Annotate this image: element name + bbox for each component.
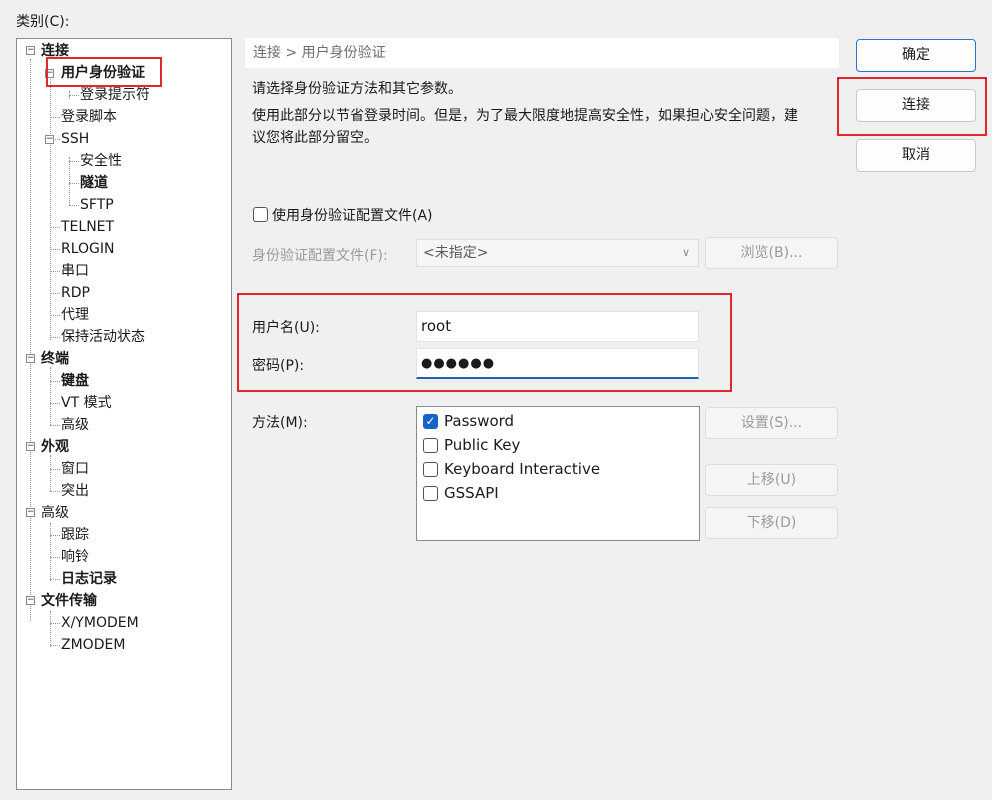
highlight-box-connect [837,77,987,136]
ok-button[interactable]: 确定 [856,39,976,72]
collapse-icon[interactable]: − [26,354,35,363]
move-down-button[interactable]: 下移(D) [705,507,838,539]
tree-item-proxy[interactable]: 代理 [61,305,89,325]
collapse-icon[interactable]: − [26,508,35,517]
settings-button[interactable]: 设置(S)... [705,407,838,439]
category-tree[interactable]: − − − − − − − 连接 用户身份验证 登录提示符 登录脚本 SSH 安… [16,38,232,790]
checkmark-icon[interactable]: ✓ [423,414,438,429]
tree-item-trace[interactable]: 跟踪 [61,525,89,545]
tree-item-file-transfer[interactable]: 文件传输 [41,591,97,611]
browse-button[interactable]: 浏览(B)... [705,237,838,269]
tree-item-terminal[interactable]: 终端 [41,349,69,369]
method-checkbox[interactable] [423,462,438,477]
tree-item-login-script[interactable]: 登录脚本 [61,107,117,127]
tree-item-keyboard[interactable]: 键盘 [61,371,89,391]
tree-item-advanced[interactable]: 高级 [41,503,69,523]
method-item-label: Public Key [444,436,521,454]
tree-item-zmodem[interactable]: ZMODEM [61,635,125,655]
method-item-label: Password [444,412,515,430]
highlight-box-tree [46,57,162,87]
breadcrumb: 连接 > 用户身份验证 [245,38,839,68]
tree-item-terminal-advanced[interactable]: 高级 [61,415,89,435]
tree-item-window[interactable]: 窗口 [61,459,89,479]
tree-item-highlight[interactable]: 突出 [61,481,89,501]
tree-item-rlogin[interactable]: RLOGIN [61,239,115,259]
method-list[interactable]: ✓ Password Public Key Keyboard Interacti… [416,406,700,541]
method-checkbox[interactable] [423,486,438,501]
tree-item-serial[interactable]: 串口 [61,261,89,281]
description-line-1: 使用此部分以节省登录时间。但是，为了最大限度地提高安全性，如果担心安全问题，建 [252,108,798,124]
tree-item-appearance[interactable]: 外观 [41,437,69,457]
tree-item-logging[interactable]: 日志记录 [61,569,117,589]
tree-item-keepalive[interactable]: 保持活动状态 [61,327,145,347]
move-up-button[interactable]: 上移(U) [705,464,838,496]
method-item-label: Keyboard Interactive [444,460,601,478]
collapse-icon[interactable]: − [45,135,54,144]
tree-item-sftp[interactable]: SFTP [80,195,114,215]
collapse-icon[interactable]: − [26,46,35,55]
profile-select-value: <未指定> [423,245,489,261]
collapse-icon[interactable]: − [26,442,35,451]
tree-item-telnet[interactable]: TELNET [61,217,114,237]
intro-text: 请选择身份验证方法和其它参数。 [252,81,462,97]
cancel-button[interactable]: 取消 [856,139,976,172]
method-item-label: GSSAPI [444,484,499,502]
tree-item-login-prompts[interactable]: 登录提示符 [80,85,150,105]
method-checkbox[interactable] [423,438,438,453]
method-label: 方法(M): [252,415,308,431]
tree-item-security[interactable]: 安全性 [80,151,122,171]
tree-item-xymodem[interactable]: X/YMODEM [61,613,139,633]
highlight-box-credentials [237,293,732,392]
use-profile-label[interactable]: 使用身份验证配置文件(A) [272,205,433,225]
tree-item-tunneling[interactable]: 隧道 [80,173,108,193]
profile-select[interactable]: <未指定> ∨ [416,239,699,267]
profile-label: 身份验证配置文件(F): [252,248,388,264]
tree-item-rdp[interactable]: RDP [61,283,90,303]
chevron-down-icon: ∨ [681,246,690,259]
category-label: 类别(C): [16,14,70,30]
tree-item-bell[interactable]: 响铃 [61,547,89,567]
tree-item-ssh[interactable]: SSH [61,129,89,149]
use-profile-checkbox[interactable] [253,207,268,222]
description-line-2: 议您将此部分留空。 [252,130,378,146]
tree-item-vt-mode[interactable]: VT 模式 [61,393,112,413]
collapse-icon[interactable]: − [26,596,35,605]
